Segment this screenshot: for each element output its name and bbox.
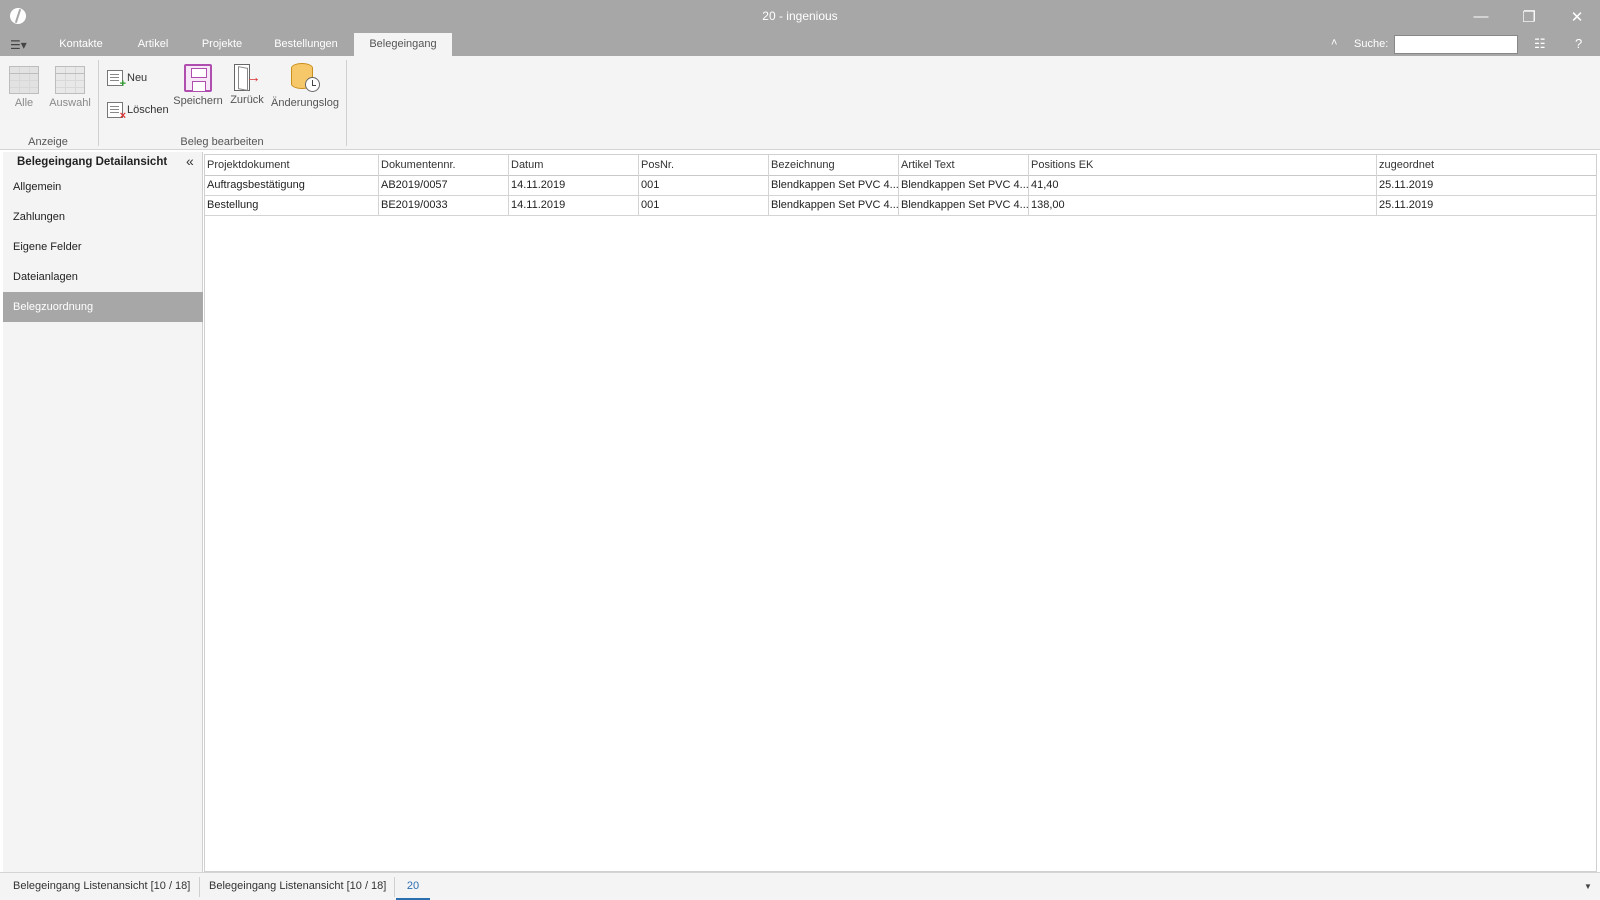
grid-header: Projektdokument Dokumentennr. Datum PosN… <box>205 155 1596 176</box>
exit-door-icon: → <box>232 63 262 93</box>
loeschen-label: Löschen <box>127 104 169 116</box>
cell-datum: 14.11.2019 <box>509 196 639 216</box>
restore-button[interactable]: ❐ <box>1506 0 1552 33</box>
neu-button[interactable]: + Neu <box>107 70 148 90</box>
cell-artikel-text: Blendkappen Set PVC 4... <box>899 196 1029 216</box>
nav-item-allgemein[interactable]: Allgemein <box>3 172 203 202</box>
close-icon: ✕ <box>1570 8 1584 26</box>
document-tab[interactable]: Belegeingang Listenansicht [10 / 18] <box>13 873 190 900</box>
app-menu-icon[interactable]: ☰▾ <box>10 38 32 52</box>
column-header-posnr[interactable]: PosNr. <box>639 155 769 176</box>
neu-label: Neu <box>127 72 148 84</box>
document-tab-bar: Belegeingang Listenansicht [10 / 18] Bel… <box>0 872 1600 900</box>
cell-bezeichnung: Blendkappen Set PVC 4... <box>769 176 899 196</box>
nav-item-belegzuordnung[interactable]: Belegzuordnung <box>3 292 203 322</box>
cell-positions-ek: 138,00 <box>1029 196 1377 216</box>
help-icon[interactable]: ? <box>1575 36 1582 51</box>
loeschen-button[interactable]: × Löschen <box>107 102 169 122</box>
close-button[interactable]: ✕ <box>1554 0 1600 33</box>
tab-projekte[interactable]: Projekte <box>188 33 256 56</box>
tab-kontakte[interactable]: Kontakte <box>44 33 118 56</box>
alle-button[interactable]: Alle <box>8 66 40 109</box>
speichern-button[interactable]: Speichern <box>173 64 223 107</box>
auswahl-button[interactable]: Auswahl <box>48 66 92 109</box>
column-header-dokumentennr[interactable]: Dokumentennr. <box>379 155 509 176</box>
cell-dokumentennr: BE2019/0033 <box>379 196 509 216</box>
database-clock-icon <box>289 62 321 94</box>
collapse-ribbon-icon[interactable]: ˄ <box>1331 37 1337 49</box>
tab-list-dropdown-icon[interactable]: ▼ <box>1584 882 1592 891</box>
window-title: 20 - ingenious <box>762 9 838 23</box>
cell-posnr: 001 <box>639 176 769 196</box>
leftnav-header: Belegeingang Detailansicht « <box>3 152 203 172</box>
aenderungslog-label: Änderungslog <box>271 97 339 109</box>
auswahl-label: Auswahl <box>49 97 91 109</box>
cell-datum: 14.11.2019 <box>509 176 639 196</box>
tab-bestellungen[interactable]: Bestellungen <box>262 33 350 56</box>
table-row[interactable]: Bestellung BE2019/0033 14.11.2019 001 Bl… <box>205 196 1596 216</box>
group-separator <box>346 60 347 146</box>
minimize-button[interactable]: — <box>1458 0 1504 33</box>
column-header-projektdokument[interactable]: Projektdokument <box>205 155 379 176</box>
table-selection-icon <box>55 66 85 94</box>
cell-bezeichnung: Blendkappen Set PVC 4... <box>769 196 899 216</box>
nav-item-zahlungen[interactable]: Zahlungen <box>3 202 203 232</box>
restore-icon: ❐ <box>1522 8 1536 26</box>
tab-artikel[interactable]: Artikel <box>122 33 184 56</box>
document-tab[interactable]: Belegeingang Listenansicht [10 / 18] <box>209 873 386 900</box>
menu-bar: ☰▾ Kontakte Artikel Projekte Bestellunge… <box>0 33 1600 56</box>
speichern-label: Speichern <box>173 95 223 107</box>
cell-dokumentennr: AB2019/0057 <box>379 176 509 196</box>
nav-item-dateianlagen[interactable]: Dateianlagen <box>3 262 203 292</box>
cell-projektdokument: Bestellung <box>205 196 379 216</box>
title-bar: 20 - ingenious — ❐ ✕ <box>0 0 1600 33</box>
group-label-beleg-bearbeiten: Beleg bearbeiten <box>180 136 264 148</box>
aenderungslog-button[interactable]: Änderungslog <box>270 62 340 109</box>
tab-separator <box>394 877 395 897</box>
nav-item-eigene-felder[interactable]: Eigene Felder <box>3 232 203 262</box>
zurueck-label: Zurück <box>230 94 264 106</box>
left-navigation: Belegeingang Detailansicht « Allgemein Z… <box>3 152 203 872</box>
column-header-bezeichnung[interactable]: Bezeichnung <box>769 155 899 176</box>
cell-projektdokument: Auftragsbestätigung <box>205 176 379 196</box>
cell-zugeordnet: 25.11.2019 <box>1379 199 1434 211</box>
column-header-zugeordnet[interactable]: zugeordnet <box>1377 155 1596 176</box>
cell-posnr: 001 <box>639 196 769 216</box>
search-label: Suche: <box>1354 38 1389 50</box>
ribbon: Alle Auswahl Anzeige + Neu × Löschen Spe… <box>0 56 1600 150</box>
column-header-datum[interactable]: Datum <box>509 155 639 176</box>
leftnav-title: Belegeingang Detailansicht <box>17 156 168 168</box>
cell-artikel-text: Blendkappen Set PVC 4... <box>899 176 1029 196</box>
binoculars-icon[interactable]: ☷ <box>1534 36 1546 52</box>
minimize-icon: — <box>1473 8 1489 25</box>
save-icon <box>184 64 212 92</box>
zurueck-button[interactable]: → Zurück <box>228 63 266 106</box>
alle-label: Alle <box>14 97 34 109</box>
collapse-panel-icon[interactable]: « <box>186 153 194 169</box>
search-input[interactable] <box>1394 35 1518 54</box>
column-header-artikel-text[interactable]: Artikel Text <box>899 155 1029 176</box>
data-grid: Projektdokument Dokumentennr. Datum PosN… <box>204 154 1597 872</box>
cell-positions-ek: 41,40 <box>1029 176 1377 196</box>
group-label-anzeige: Anzeige <box>28 136 68 148</box>
tab-belegeingang[interactable]: Belegeingang <box>354 33 452 56</box>
delete-document-icon: × <box>107 102 126 122</box>
cell-zugeordnet: 25.11.2019 <box>1379 179 1434 191</box>
column-header-positions-ek[interactable]: Positions EK <box>1029 155 1377 176</box>
group-separator <box>98 60 99 146</box>
tab-separator <box>199 877 200 897</box>
document-tab-active[interactable]: 20 <box>396 873 430 900</box>
table-row[interactable]: Auftragsbestätigung AB2019/0057 14.11.20… <box>205 176 1596 196</box>
new-document-icon: + <box>107 70 126 90</box>
table-all-icon <box>9 66 39 94</box>
